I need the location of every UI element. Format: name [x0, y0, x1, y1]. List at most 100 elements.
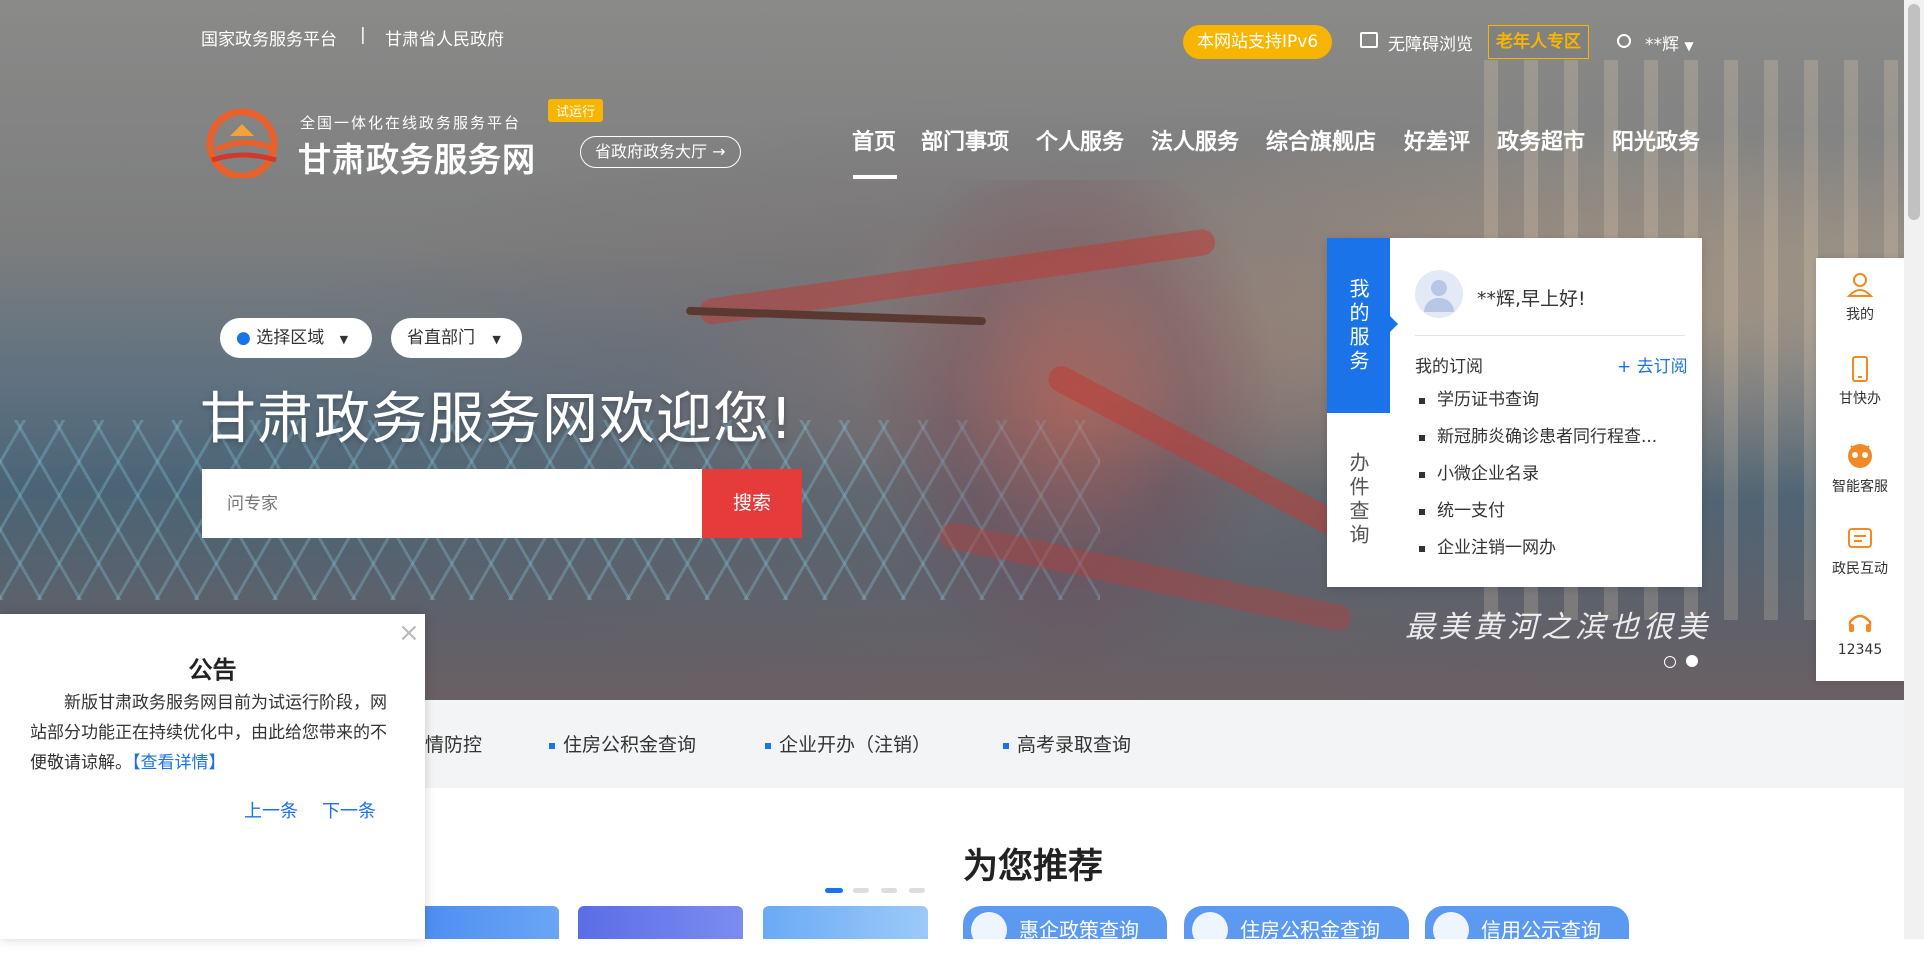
greeting: **辉,早上好! [1477, 288, 1586, 310]
my-service-panel: 我的服务 办件查询 **辉,早上好! 我的订阅 + 去订阅 学历证书查询 新冠肺… [1327, 238, 1702, 587]
quick-link-housing-fund[interactable]: 住房公积金查询 [549, 730, 696, 757]
quick-link-enterprise[interactable]: 企业开办（注销） [765, 730, 931, 757]
subscription-item[interactable]: 新冠肺炎确诊患者同行程查... [1415, 419, 1675, 456]
nav-active-indicator [853, 175, 897, 179]
recommend-policy-query[interactable]: 惠企政策查询 [963, 906, 1167, 948]
search-input[interactable] [202, 469, 702, 538]
service-card[interactable] [420, 906, 559, 939]
scrollbar[interactable] [1904, 0, 1924, 939]
nav-personal-service[interactable]: 个人服务 [1036, 124, 1124, 156]
region-select[interactable]: ● 选择区域 ▼ [220, 318, 372, 358]
sidebar-item-ai-service[interactable]: 智能客服 [1816, 438, 1904, 496]
welcome-heading: 甘肃政务服务网欢迎您! [200, 387, 794, 452]
department-select[interactable]: 省直部门 ▼ [391, 318, 522, 358]
user-icon [1617, 34, 1631, 48]
headset-icon [1848, 614, 1872, 632]
nav-flagship-store[interactable]: 综合旗舰店 [1266, 124, 1376, 156]
document-icon [971, 912, 1007, 948]
recommend-label: 信用公示查询 [1481, 918, 1601, 942]
national-platform-link[interactable]: 国家政务服务平台 [201, 25, 337, 50]
accessibility-icon [1360, 32, 1378, 48]
tab-pointer [1390, 316, 1398, 332]
gov-hall-button[interactable]: 省政府政务大厅 → [580, 136, 741, 168]
sidebar-label: 我的 [1846, 307, 1874, 323]
sidebar-item-mine[interactable]: 我的 [1816, 270, 1904, 324]
trial-badge: 试运行 [548, 99, 604, 122]
sidebar-label: 甘快办 [1839, 391, 1881, 407]
carousel-dot-active[interactable] [1686, 655, 1698, 667]
gansu-gov-link[interactable]: 甘肃省人民政府 [385, 25, 504, 50]
sidebar-item-12345[interactable]: 12345 [1816, 608, 1904, 658]
carousel-indicator[interactable] [853, 888, 869, 893]
recommend-label: 住房公积金查询 [1240, 918, 1380, 942]
chevron-down-icon: ▼ [339, 333, 349, 346]
notice-next[interactable]: 下一条 [322, 797, 376, 823]
carousel-indicator[interactable] [881, 888, 897, 893]
chevron-down-icon: ▼ [492, 333, 501, 346]
mobile-phone-icon [1852, 356, 1868, 382]
sidebar-label: 政民互动 [1832, 561, 1888, 577]
site-name: 甘肃政务服务网 [298, 140, 536, 179]
carousel-indicator[interactable] [909, 888, 925, 893]
recommend-housing-fund[interactable]: 住房公积金查询 [1184, 906, 1409, 948]
subscription-item[interactable]: 统一支付 [1415, 493, 1675, 530]
recommend-label: 惠企政策查询 [1019, 918, 1139, 942]
gov-hall-label: 省政府政务大厅 [595, 142, 708, 161]
location-pin-icon: ● [236, 328, 251, 348]
service-card[interactable] [763, 906, 928, 939]
user-menu[interactable]: **辉 ▼ [1645, 30, 1694, 55]
elder-zone-link[interactable]: 老年人专区 [1488, 25, 1589, 59]
gansu-logo-icon [202, 106, 288, 180]
sidebar-label: 智能客服 [1832, 479, 1888, 495]
tab-my-service[interactable]: 我的服务 [1327, 238, 1390, 413]
carousel-indicator-active[interactable] [825, 888, 843, 893]
scrollbar-thumb[interactable] [1908, 4, 1920, 220]
nav-legal-service[interactable]: 法人服务 [1151, 124, 1239, 156]
nav-rating[interactable]: 好差评 [1404, 124, 1470, 156]
user-name: **辉 [1645, 35, 1679, 55]
credit-icon [1433, 912, 1469, 948]
sidebar-label: 12345 [1837, 642, 1883, 658]
notice-prev[interactable]: 上一条 [244, 797, 298, 823]
subscription-title: 我的订阅 [1415, 357, 1483, 377]
close-icon[interactable]: × [398, 620, 420, 646]
sidebar-item-gankuaiban[interactable]: 甘快办 [1816, 354, 1904, 408]
notice-title: 公告 [188, 656, 237, 684]
arrow-right-icon: → [712, 142, 726, 161]
accessible-browse-link[interactable]: 无障碍浏览 [1388, 30, 1473, 55]
subscription-item[interactable]: 企业注销一网办 [1415, 530, 1675, 567]
message-icon [1848, 528, 1872, 548]
sidebar-item-interaction[interactable]: 政民互动 [1816, 524, 1904, 578]
quick-link-label: 住房公积金查询 [563, 734, 697, 756]
subscribe-link[interactable]: + 去订阅 [1617, 352, 1688, 377]
notice-detail-link[interactable]: 【查看详情】 [132, 753, 226, 773]
recommend-credit-query[interactable]: 信用公示查询 [1425, 906, 1629, 948]
nav-home[interactable]: 首页 [852, 124, 896, 156]
nav-department-items[interactable]: 部门事项 [921, 124, 1009, 156]
tab-case-query[interactable]: 办件查询 [1327, 413, 1390, 587]
service-card[interactable] [578, 906, 743, 939]
quick-link-gaokao[interactable]: 高考录取查询 [1003, 730, 1131, 757]
ipv6-badge: 本网站支持IPv6 [1183, 25, 1333, 59]
right-sidebar: 我的 甘快办 智能客服 政民互动 12345 [1816, 258, 1904, 681]
house-icon [1192, 912, 1228, 948]
nav-gov-market[interactable]: 政务超市 [1497, 124, 1585, 156]
department-select-label: 省直部门 [407, 328, 475, 348]
banner-calligraphy: 最美黄河之滨也很美 [1405, 610, 1711, 645]
logo-slogan: 全国一体化在线政务服务平台 [300, 114, 522, 132]
nav-sunshine-gov[interactable]: 阳光政务 [1612, 124, 1700, 156]
notice-body: 新版甘肃政务服务网目前为试运行阶段，网站部分功能正在持续优化中，由此给您带来的不… [30, 688, 395, 778]
topbar-divider: | [360, 25, 366, 45]
subscription-item[interactable]: 小微企业名录 [1415, 456, 1675, 493]
recommend-title: 为您推荐 [963, 847, 1104, 887]
quick-link-label: 企业开办（注销） [779, 734, 932, 756]
carousel-dot[interactable] [1664, 656, 1676, 668]
quick-link-label: 高考录取查询 [1017, 734, 1132, 756]
robot-icon [1848, 444, 1872, 468]
subscription-list: 学历证书查询 新冠肺炎确诊患者同行程查... 小微企业名录 统一支付 企业注销一… [1415, 382, 1675, 567]
search-button[interactable]: 搜索 [702, 469, 802, 538]
quick-link-epidemic[interactable]: 情防控 [425, 730, 482, 757]
subscription-item[interactable]: 学历证书查询 [1415, 382, 1675, 419]
chevron-down-icon: ▼ [1684, 39, 1694, 53]
notice-popup: × 公告 新版甘肃政务服务网目前为试运行阶段，网站部分功能正在持续优化中，由此给… [0, 614, 425, 939]
